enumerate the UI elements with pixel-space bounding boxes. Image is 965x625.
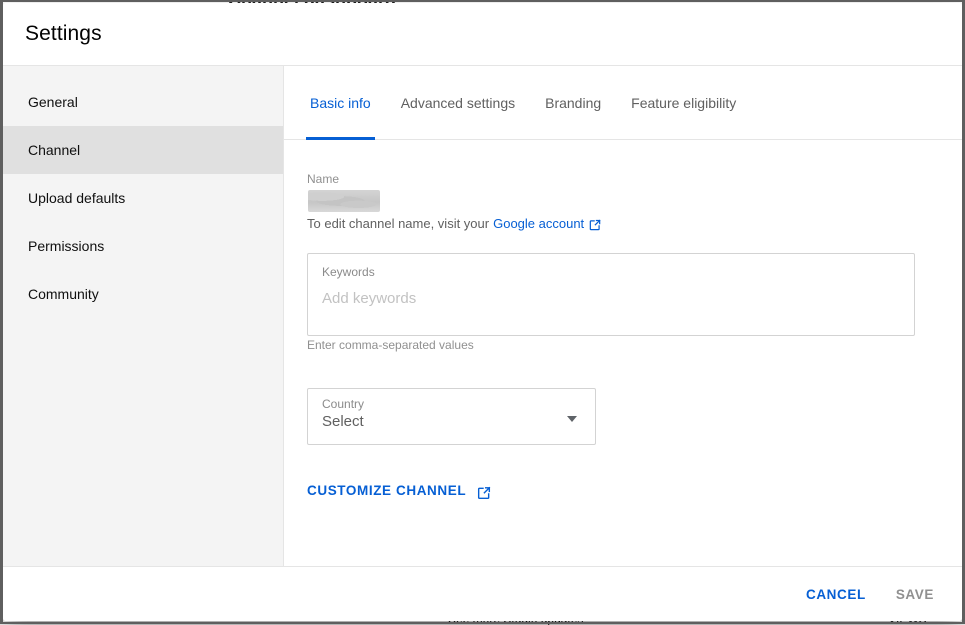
- sidebar-item-community[interactable]: Community: [3, 270, 283, 318]
- tab-label: Feature eligibility: [631, 95, 736, 111]
- name-field-label: Name: [307, 172, 962, 186]
- keywords-placeholder: Add keywords: [322, 290, 900, 307]
- sidebar-item-label: Upload defaults: [28, 190, 125, 206]
- country-selected-value: Select: [322, 413, 581, 430]
- external-link-icon: [476, 485, 490, 499]
- sidebar-item-permissions[interactable]: Permissions: [3, 222, 283, 270]
- sidebar-item-upload-defaults[interactable]: Upload defaults: [3, 174, 283, 222]
- tab-label: Advanced settings: [401, 95, 515, 111]
- customize-channel-button[interactable]: CUSTOMIZE CHANNEL: [307, 483, 490, 498]
- name-help-prefix: To edit channel name, visit your: [307, 216, 489, 231]
- tab-label: Branding: [545, 95, 601, 111]
- dialog-footer: CANCEL SAVE: [3, 566, 962, 621]
- keywords-input[interactable]: Keywords Add keywords: [307, 253, 915, 336]
- settings-content-pane: Basic info Advanced settings Branding Fe…: [283, 66, 962, 566]
- keywords-field-label: Keywords: [322, 265, 900, 279]
- tab-branding[interactable]: Branding: [530, 66, 616, 140]
- external-link-icon: [588, 218, 602, 232]
- settings-tab-bar: Basic info Advanced settings Branding Fe…: [284, 66, 962, 140]
- sidebar-item-label: Channel: [28, 142, 80, 158]
- customize-channel-label: CUSTOMIZE CHANNEL: [307, 483, 466, 498]
- chevron-down-icon: [567, 416, 577, 422]
- window-frame-top: [0, 0, 965, 2]
- cancel-button[interactable]: CANCEL: [798, 578, 874, 611]
- sidebar-item-label: Permissions: [28, 238, 104, 254]
- tab-basic-info[interactable]: Basic info: [295, 66, 386, 140]
- sidebar-item-channel[interactable]: Channel: [3, 126, 283, 174]
- page-title: Settings: [25, 22, 102, 46]
- settings-sidebar: General Channel Upload defaults Permissi…: [3, 66, 283, 566]
- dialog-header: Settings: [3, 3, 962, 65]
- save-button[interactable]: SAVE: [888, 578, 942, 611]
- tab-label: Basic info: [310, 95, 371, 111]
- channel-name-redacted-value: [308, 190, 380, 212]
- keywords-helper-text: Enter comma-separated values: [307, 338, 962, 352]
- sidebar-item-label: General: [28, 94, 78, 110]
- country-select[interactable]: Country Select: [307, 388, 596, 445]
- tab-feature-eligibility[interactable]: Feature eligibility: [616, 66, 751, 140]
- country-field-label: Country: [322, 397, 581, 411]
- active-tab-indicator: [306, 137, 375, 140]
- window-frame-left: [0, 0, 3, 624]
- sidebar-item-general[interactable]: General: [3, 78, 283, 126]
- dialog-body: General Channel Upload defaults Permissi…: [3, 65, 962, 566]
- tab-advanced-settings[interactable]: Advanced settings: [386, 66, 530, 140]
- basic-info-form: Name To edit channel name, visit your Go…: [284, 140, 962, 566]
- settings-dialog: Settings General Channel Upload defaults…: [3, 3, 962, 621]
- google-account-link[interactable]: Google account: [493, 216, 584, 231]
- sidebar-item-label: Community: [28, 286, 99, 302]
- name-help-text: To edit channel name, visit your Google …: [307, 216, 962, 231]
